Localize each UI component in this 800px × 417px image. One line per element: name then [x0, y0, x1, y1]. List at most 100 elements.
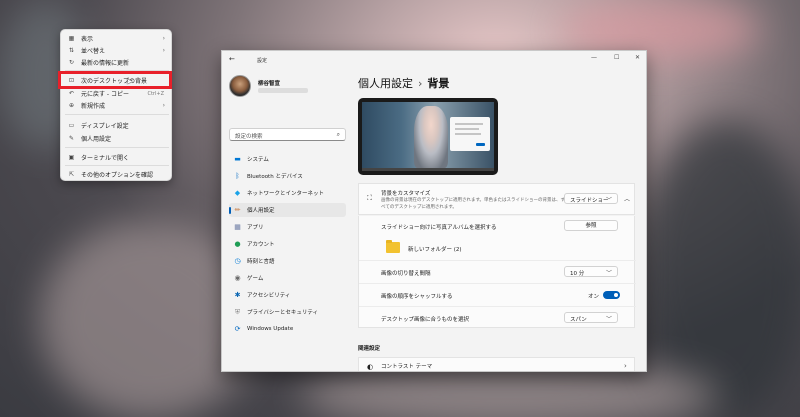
chevron-down-icon: ﹀: [605, 270, 612, 277]
new-icon: ⊕: [68, 102, 75, 109]
bluetooth-icon: ᛒ: [235, 172, 240, 180]
related-settings-title: 関連設定: [358, 346, 381, 352]
breadcrumb-separator: ›: [418, 77, 423, 90]
chevron-down-icon: ﹀: [605, 197, 612, 204]
system-icon: ▬: [234, 155, 241, 163]
sidebar-item-accessibility[interactable]: ✱ アクセシビリティ: [229, 288, 346, 302]
background-type-dropdown[interactable]: スライドショー ﹀: [564, 193, 618, 204]
sample-window: [450, 117, 490, 151]
display-icon: ▭: [68, 122, 75, 129]
sidebar-item-windows-update[interactable]: ⟳ Windows Update: [229, 322, 346, 336]
sidebar-item-bluetooth[interactable]: ᛒ Bluetooth とデバイス: [229, 169, 346, 183]
album-label: スライドショー向けに写真アルバムを選択する: [381, 225, 497, 231]
menu-divider: [65, 147, 169, 148]
more-options-icon: ⇱: [68, 171, 75, 178]
chevron-right-icon: ›: [624, 362, 627, 370]
search-input[interactable]: 設定の検索 ⌕: [229, 128, 346, 141]
sidebar-item-time-language[interactable]: ◷ 時刻と言語: [229, 254, 346, 268]
accessibility-icon: ✱: [234, 291, 241, 299]
minimize-icon[interactable]: —: [591, 54, 597, 61]
sidebar-item-network[interactable]: ◆ ネットワークとインターネット: [229, 186, 346, 200]
chevron-right-icon: ›: [162, 47, 165, 54]
avatar: [229, 75, 251, 97]
wallpaper-person: [414, 106, 448, 168]
browse-button[interactable]: 参照: [564, 220, 618, 231]
main-content: 個人用設定 › 背景 ⛶ 背景をカスタマイズ 画像の背景は現在のデスクトップに適用さ…: [350, 69, 646, 371]
sidebar-item-personalization[interactable]: ✏ 個人用設定: [229, 203, 346, 217]
chevron-down-icon: ﹀: [605, 316, 612, 323]
sidebar-item-label: Windows Update: [247, 326, 294, 332]
back-arrow-icon[interactable]: ←: [229, 55, 235, 63]
breadcrumb-parent[interactable]: 個人用設定: [358, 77, 413, 90]
scrollbar[interactable]: [646, 121, 647, 321]
settings-window: ← 設定 — ☐ ✕ 柳谷智宣 設定の検索 ⌕ ▬ システム ᛒ Bluetoo…: [221, 50, 647, 372]
chevron-right-icon: ›: [162, 35, 165, 42]
interval-dropdown[interactable]: 10 分 ﹀: [564, 266, 618, 277]
chevron-right-icon: ›: [162, 102, 165, 109]
menu-item-display-settings[interactable]: ▭ ディスプレイ設定: [64, 120, 170, 131]
menu-item-label: 表示: [81, 36, 94, 43]
fit-dropdown[interactable]: スパン ﹀: [564, 312, 618, 323]
desktop-context-menu: ▦ 表示 › ⇅ 並べ替え › ↻ 最新の情報に更新 ⊡ 次のデスクトップの背景…: [60, 29, 172, 181]
search-icon: ⌕: [336, 131, 340, 138]
folder-name: 新しいフォルダー (2): [408, 247, 462, 253]
sidebar-item-label: システム: [247, 157, 269, 163]
view-icon: ▦: [68, 35, 75, 42]
sidebar-item-privacy[interactable]: ⛨ プライバシーとセキュリティ: [229, 305, 346, 319]
contrast-themes-label: コントラスト テーマ: [381, 364, 433, 370]
shuffle-label: 画像の順序をシャッフルする: [381, 294, 453, 300]
maximize-icon[interactable]: ☐: [614, 54, 619, 61]
sidebar-item-label: 時刻と言語: [247, 259, 275, 265]
shuffle-state-label: オン: [588, 294, 600, 300]
bg-customize-desc: べてのデスクトップに適用されます。: [381, 205, 457, 210]
fit-label: デスクトップ画像に合うものを選択: [381, 317, 470, 323]
menu-item-sort[interactable]: ⇅ 並べ替え ›: [64, 45, 170, 56]
menu-item-label: 元に戻す - コピー: [81, 91, 129, 98]
search-placeholder: 設定の検索: [235, 134, 263, 140]
user-profile[interactable]: 柳谷智宣: [229, 75, 349, 99]
network-icon: ◆: [234, 189, 241, 197]
menu-item-open-terminal[interactable]: ▣ ターミナルで開く: [64, 152, 170, 163]
background-preview: [358, 98, 498, 175]
slideshow-options-card: スライドショー向けに写真アルバムを選択する 参照 新しいフォルダー (2) 画像…: [358, 216, 636, 328]
menu-item-new[interactable]: ⊕ 新規作成 ›: [64, 100, 170, 111]
menu-item-personalize[interactable]: ✎ 個人用設定: [64, 133, 170, 144]
close-icon[interactable]: ✕: [635, 54, 640, 61]
dropdown-value: 10 分: [570, 271, 585, 277]
shuffle-toggle[interactable]: [603, 291, 620, 299]
menu-item-refresh[interactable]: ↻ 最新の情報に更新: [64, 57, 170, 68]
shortcut-label: Ctrl+Z: [147, 90, 164, 97]
sidebar-item-gaming[interactable]: ◉ ゲーム: [229, 271, 346, 285]
sidebar-item-label: アクセシビリティ: [247, 293, 291, 299]
sidebar-item-apps[interactable]: ▦ アプリ: [229, 220, 346, 234]
undo-icon: ↶: [68, 90, 75, 97]
sidebar-item-label: ゲーム: [247, 276, 264, 282]
folder-icon: [386, 240, 400, 253]
menu-item-label: 並べ替え: [81, 48, 106, 55]
interval-label: 画像の切り替え間隔: [381, 271, 431, 277]
background-customize-card[interactable]: ⛶ 背景をカスタマイズ 画像の背景は現在のデスクトップに適用されます。単色または…: [358, 183, 635, 215]
contrast-icon: ◐: [367, 363, 374, 371]
chevron-up-icon[interactable]: ︿: [624, 194, 630, 203]
menu-item-view[interactable]: ▦ 表示 ›: [64, 33, 170, 44]
user-name: 柳谷智宣: [258, 81, 281, 87]
windows-update-icon: ⟳: [234, 325, 241, 333]
privacy-icon: ⛨: [234, 308, 241, 316]
bg-customize-desc: 画像の背景は現在のデスクトップに適用されます。単色またはスライドショーの背景は、…: [381, 198, 566, 203]
page-title: 背景: [427, 77, 450, 90]
menu-item-more-options[interactable]: ⇱ その他のオプションを確認: [64, 169, 170, 180]
sidebar-item-accounts[interactable]: ● アカウント: [229, 237, 346, 251]
sidebar-item-label: 個人用設定: [247, 208, 275, 214]
contrast-themes-card[interactable]: ◐ コントラスト テーマ ›: [358, 357, 635, 371]
image-icon: ⛶: [367, 194, 372, 202]
breadcrumb: 個人用設定 › 背景: [358, 75, 449, 91]
personalization-icon: ✏: [234, 206, 241, 214]
user-email-redacted: [258, 88, 308, 93]
sidebar-item-label: アカウント: [247, 242, 275, 248]
sidebar-item-system[interactable]: ▬ システム: [229, 152, 346, 166]
gaming-icon: ◉: [234, 274, 241, 282]
wallpaper-image: [362, 102, 494, 168]
apps-icon: ▦: [234, 223, 241, 231]
time-language-icon: ◷: [234, 257, 241, 265]
menu-item-undo[interactable]: ↶ 元に戻す - コピー Ctrl+Z: [64, 88, 170, 99]
